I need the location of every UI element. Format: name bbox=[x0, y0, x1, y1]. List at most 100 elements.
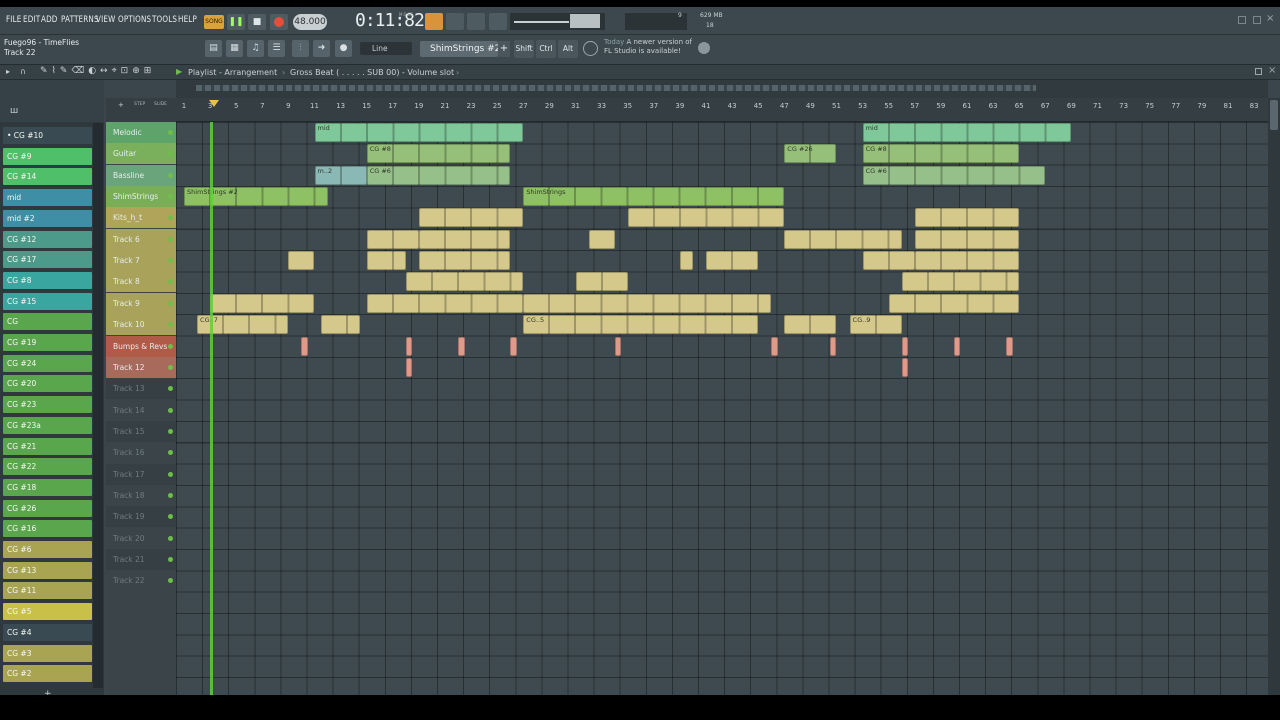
track-mute-led[interactable] bbox=[168, 343, 173, 349]
track-mute-led[interactable] bbox=[168, 514, 173, 520]
channel-item[interactable]: CG #12 bbox=[3, 230, 92, 248]
ctrl-button[interactable]: Ctrl bbox=[536, 40, 556, 58]
song-mode-toggle[interactable]: SONG bbox=[204, 15, 224, 29]
playlist-close-icon[interactable]: × bbox=[1268, 65, 1276, 76]
channel-item[interactable]: CG #24 bbox=[3, 354, 92, 372]
song-overview[interactable] bbox=[176, 80, 1268, 98]
playlist-maximize-icon[interactable] bbox=[1255, 68, 1262, 75]
pattern-clip[interactable] bbox=[366, 251, 406, 271]
arrow-icon[interactable]: ➜ bbox=[313, 40, 330, 57]
pattern-clip[interactable]: CG #6 bbox=[366, 165, 511, 185]
track-header[interactable]: Track 12 bbox=[106, 356, 176, 378]
pattern-clip[interactable] bbox=[914, 208, 1020, 228]
channel-item[interactable]: CG #23a bbox=[3, 416, 92, 434]
playlist-grid[interactable]: mid mid CG #8 CG #26 CG #8 m..2 CG #6 CG #6 Shim… bbox=[176, 122, 1268, 695]
track-mute-led[interactable] bbox=[168, 215, 173, 221]
pattern-clip[interactable] bbox=[405, 272, 524, 292]
channel-rack-icon[interactable]: ▦ bbox=[226, 40, 243, 57]
channel-item[interactable]: CG #3 bbox=[3, 644, 92, 662]
pattern-clip[interactable] bbox=[901, 272, 1020, 292]
breadcrumb-slot[interactable]: Gross Beat ( . . . . . SUB 00) - Volume … bbox=[290, 68, 454, 77]
track-header[interactable]: Track 9 bbox=[106, 292, 176, 314]
channel-item[interactable]: mid #2 bbox=[3, 209, 92, 227]
channel-item[interactable]: CG #8 bbox=[3, 271, 92, 289]
pattern-clip[interactable] bbox=[953, 336, 961, 356]
pattern-clip[interactable] bbox=[888, 293, 1020, 313]
track-header[interactable]: Kits_h_t bbox=[106, 207, 176, 229]
tool-icons[interactable]: ✎⌇✎⌫◐↔⌖⊡⊕⊞ bbox=[40, 66, 155, 76]
maximize-icon[interactable] bbox=[1253, 16, 1261, 24]
pattern-clip[interactable] bbox=[771, 336, 778, 356]
pattern-clip[interactable] bbox=[418, 251, 511, 271]
track-header[interactable]: Guitar bbox=[106, 143, 176, 165]
track-mute-led[interactable] bbox=[168, 428, 173, 434]
track-header[interactable]: Track 16 bbox=[106, 442, 176, 464]
menu-tools[interactable]: TOOLS bbox=[152, 15, 177, 25]
channel-item[interactable]: CG #15 bbox=[3, 292, 92, 310]
menu-help[interactable]: HELP bbox=[178, 15, 197, 25]
track-header[interactable]: Bumps & Revs bbox=[106, 335, 176, 357]
track-mute-led[interactable] bbox=[168, 471, 173, 477]
countdown-icon[interactable] bbox=[446, 13, 464, 30]
news-text[interactable]: Today A newer version of FL Studio is av… bbox=[604, 38, 699, 56]
news-icon[interactable] bbox=[583, 41, 598, 56]
pattern-clip[interactable] bbox=[679, 251, 693, 271]
pattern-clip[interactable] bbox=[366, 229, 419, 249]
record-button[interactable] bbox=[270, 14, 288, 30]
channel-item[interactable]: CG #14 bbox=[3, 168, 92, 186]
channel-item[interactable]: CG #19 bbox=[3, 334, 92, 351]
channel-item[interactable]: CG #6 bbox=[3, 541, 92, 558]
pattern-clip[interactable] bbox=[901, 357, 909, 377]
track-header[interactable]: Track 10 bbox=[106, 314, 176, 336]
playlist-menu-icon[interactable]: ▸ bbox=[6, 67, 10, 76]
menu-patterns[interactable]: PATTERNS bbox=[61, 15, 99, 25]
pattern-clip[interactable]: m..2 bbox=[314, 165, 367, 185]
track-mute-led[interactable] bbox=[168, 130, 173, 135]
channel-item[interactable]: CG #4 bbox=[3, 623, 92, 641]
pattern-clip[interactable]: CG..5 bbox=[523, 315, 759, 335]
browser-scrollbar[interactable] bbox=[93, 123, 103, 688]
pattern-clip[interactable] bbox=[523, 293, 772, 313]
pattern-clip[interactable] bbox=[575, 272, 628, 292]
pattern-clip[interactable] bbox=[366, 293, 524, 313]
track-header[interactable]: ShimStrings bbox=[106, 186, 176, 208]
pattern-clip[interactable] bbox=[418, 208, 524, 228]
channel-item[interactable]: CG #18 bbox=[3, 478, 92, 496]
pattern-clip[interactable]: ShimStrings bbox=[523, 187, 785, 207]
channel-item[interactable]: CG #26 bbox=[3, 499, 92, 517]
pattern-clip[interactable] bbox=[1006, 336, 1013, 356]
track-mute-led[interactable] bbox=[168, 492, 173, 498]
channel-item[interactable]: CG #9 bbox=[3, 147, 92, 165]
mic-icon[interactable]: ● bbox=[335, 40, 352, 57]
pattern-clip[interactable] bbox=[405, 336, 413, 356]
pattern-clip[interactable]: CG..9 bbox=[849, 315, 902, 335]
alt-button[interactable]: Alt bbox=[558, 40, 578, 58]
track-header[interactable]: Track 21 bbox=[106, 549, 176, 570]
pattern-clip[interactable] bbox=[784, 315, 837, 335]
pattern-clip[interactable] bbox=[418, 229, 511, 249]
track-header[interactable]: Track 13 bbox=[106, 378, 176, 400]
news-settings-icon[interactable] bbox=[698, 42, 710, 54]
pattern-clip[interactable] bbox=[862, 251, 915, 271]
track-header[interactable]: Track 17 bbox=[106, 463, 176, 485]
add-pattern-button[interactable]: + bbox=[498, 41, 510, 57]
track-header[interactable]: Melodic bbox=[106, 122, 176, 143]
pattern-select[interactable]: ShimStrings #2 bbox=[420, 41, 498, 57]
magnet-icon[interactable]: ∩ bbox=[20, 67, 26, 76]
menu-options[interactable]: OPTIONS bbox=[118, 15, 151, 25]
browser-icon-header[interactable]: ш bbox=[10, 106, 18, 116]
track-mute-led[interactable] bbox=[168, 450, 173, 456]
menu-edit[interactable]: EDIT bbox=[23, 15, 40, 25]
pattern-clip[interactable] bbox=[914, 251, 1020, 271]
browser-icon[interactable]: ☰ bbox=[268, 40, 285, 57]
shift-button[interactable]: Shift bbox=[514, 40, 534, 58]
track-header[interactable]: Track 18 bbox=[106, 484, 176, 506]
track-header[interactable]: Track 7 bbox=[106, 250, 176, 272]
tempo-display[interactable]: 48.000 bbox=[293, 14, 327, 30]
pattern-clip[interactable] bbox=[706, 251, 759, 271]
piano-roll-icon[interactable]: ♫ bbox=[247, 40, 264, 57]
channel-item[interactable]: CG #11 bbox=[3, 582, 92, 600]
pattern-clip[interactable] bbox=[901, 336, 909, 356]
menu-add[interactable]: ADD bbox=[41, 15, 58, 25]
channel-item[interactable]: • CG #10 bbox=[3, 127, 92, 144]
